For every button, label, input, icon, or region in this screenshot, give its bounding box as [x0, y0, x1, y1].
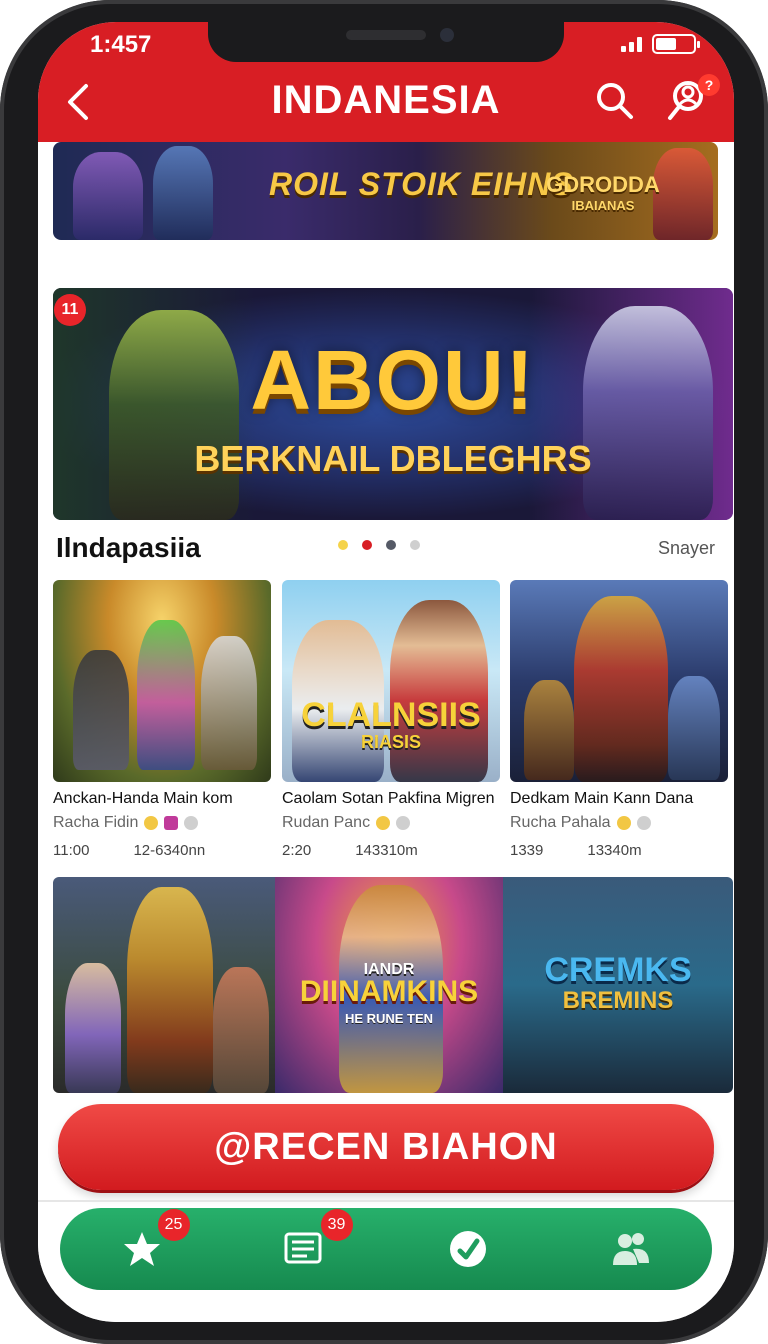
carousel-dots[interactable] [338, 540, 420, 550]
top-banner-side-sub: IBAIANAS [571, 198, 635, 213]
game-tile[interactable]: CREMKS BREMINS [503, 877, 733, 1093]
game-thumbnail: CLALNSIIS RIASIS [282, 580, 500, 782]
device-notch [208, 22, 564, 62]
card-title: Caolam Sotan Pakfina Migren [282, 790, 495, 807]
hero-figure [201, 636, 257, 770]
carousel-dot[interactable] [386, 540, 396, 550]
card-title: Dedkam Main Kann Dana [510, 790, 694, 807]
nav-badge: 25 [157, 1209, 190, 1241]
hero-figure [65, 963, 121, 1093]
featured-banner[interactable]: ABOU! BERKNAIL DBLEGHRS [53, 288, 733, 520]
friends-icon [612, 1233, 649, 1265]
coin-icon [144, 816, 159, 830]
divider [38, 1200, 734, 1202]
coin-icon [616, 816, 631, 830]
thumbnail-subtitle: RIASIS [360, 732, 421, 752]
card-stat: 12-6340nn [133, 842, 206, 859]
tile-art-subtitle: BREMINS [562, 987, 674, 1014]
game-tile[interactable] [53, 877, 275, 1093]
hero-figure [127, 887, 213, 1093]
thumbnail-title: CLALNSIIS [301, 696, 481, 734]
tile-art-title: CREMKS [544, 951, 692, 989]
banner-badge: 11 [54, 294, 86, 326]
game-thumbnail [510, 580, 728, 782]
carousel-dot[interactable] [362, 540, 372, 550]
carousel-dot[interactable] [338, 540, 348, 550]
hero-figure [574, 596, 668, 782]
top-banner-side-title-text: GDRODDA [546, 172, 660, 197]
nav-news[interactable]: 39 [275, 1209, 353, 1279]
app-screen: 1:457 INDANESIA ? ROIL STOIK EIHNS GDROD… [38, 22, 734, 1322]
tile-art-subtitle: HE RUNE TEN [344, 1011, 434, 1026]
card-subtitle-text: Rucha Pahala [510, 814, 611, 831]
section-title: Ilndapasiia [56, 532, 201, 563]
phone-frame: 1:457 INDANESIA ? ROIL STOIK EIHNS GDROD… [0, 0, 768, 1344]
game-card[interactable]: CLALNSIIS RIASIS Caolam Sotan Pakfina Mi… [282, 580, 500, 859]
card-subtitle: Rucha Pahala [510, 814, 728, 832]
speaker-grille [346, 30, 426, 40]
battery-icon [652, 34, 700, 54]
game-card[interactable]: Anckan-Handa Main kom Racha Fidin 11:00 … [53, 580, 271, 859]
refresh-sync-icon [449, 1231, 486, 1267]
search-icon [597, 83, 633, 119]
nav-badge: 39 [320, 1209, 353, 1241]
card-meta: 1339 13340m [510, 842, 728, 859]
card-stat: 143310m [355, 842, 418, 859]
app-header: 1:457 INDANESIA ? [38, 22, 734, 142]
nav-favorites[interactable]: 25 [112, 1209, 190, 1279]
nav-sync[interactable] [438, 1219, 498, 1279]
hero-figure [73, 152, 143, 240]
card-time: 2:20 [282, 842, 312, 859]
hero-figure [137, 620, 195, 770]
card-title: Anckan-Handa Main kom [53, 790, 233, 807]
top-banner-text: ROIL STOIK EIHNS [269, 166, 574, 202]
featured-banner-subtitle: BERKNAIL DBLEGHRS [194, 438, 592, 479]
card-meta: 11:00 12-6340nn [53, 842, 271, 859]
star-icon [123, 1232, 160, 1266]
card-subtitle: Racha Fidin [53, 814, 271, 832]
game-thumbnail [53, 580, 271, 782]
status-icons [621, 34, 700, 54]
badge-icon [636, 816, 651, 830]
search-button[interactable] [594, 80, 636, 122]
hero-figure [390, 600, 488, 782]
see-more-link[interactable]: Snayer [658, 538, 715, 559]
badge-icon [184, 816, 199, 830]
card-meta: 2:20 143310m [282, 842, 500, 859]
user-badge: ? [698, 74, 720, 96]
featured-banner-title: ABOU! [250, 333, 536, 427]
card-time: 1339 [510, 842, 544, 859]
game-card[interactable]: Dedkam Main Kann Dana Rucha Pahala 1339 … [510, 580, 728, 859]
hero-figure [213, 967, 269, 1093]
hero-figure [668, 676, 720, 780]
badge-icon [396, 816, 411, 830]
top-banner-side-title: GDRODDA IBAIANAS [543, 172, 663, 213]
status-time: 1:457 [90, 31, 152, 58]
coin-icon [376, 816, 391, 830]
front-camera [440, 28, 454, 42]
card-stat: 13340m [587, 842, 642, 859]
card-subtitle-text: Racha Fidin [53, 814, 139, 831]
ticket-icon [164, 816, 179, 830]
game-tile-grid: IANDR DIINAMKINS HE RUNE TEN CREMKS BREM… [53, 877, 733, 1093]
hero-figure [524, 680, 574, 780]
nav-friends[interactable] [601, 1219, 661, 1279]
carousel-dot[interactable] [410, 540, 420, 550]
signal-icon [621, 36, 642, 52]
card-subtitle: Rudan Panc [282, 814, 500, 832]
card-time: 11:00 [53, 842, 90, 859]
tile-art-title: DIINAMKINS [299, 975, 479, 1008]
bottom-nav: 25 39 [60, 1208, 712, 1290]
content-area: ROIL STOIK EIHNS GDRODDA IBAIANAS ABOU! … [38, 142, 734, 1322]
hero-figure [153, 146, 213, 240]
top-banner[interactable]: ROIL STOIK EIHNS GDRODDA IBAIANAS [53, 142, 718, 240]
game-tile[interactable]: IANDR DIINAMKINS HE RUNE TEN [275, 877, 503, 1093]
hero-figure [73, 650, 129, 770]
news-list-icon [284, 1232, 321, 1264]
cta-button[interactable]: @RECEN BIAHON [58, 1104, 714, 1190]
card-subtitle-text: Rudan Panc [282, 814, 371, 831]
